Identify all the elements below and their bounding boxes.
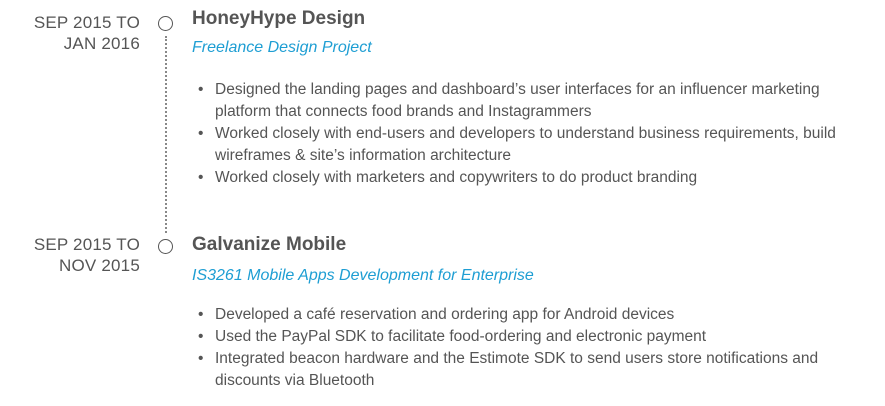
list-item: • Worked closely with end-users and deve… (198, 123, 878, 167)
company-name: Galvanize Mobile (192, 234, 347, 255)
role-title: Freelance Design Project (192, 39, 372, 56)
bullet-list: • Developed a café reservation and order… (198, 304, 878, 392)
bullet-dot-icon: • (198, 125, 204, 142)
role-title: IS3261 Mobile Apps Development for Enter… (192, 267, 534, 284)
date-range: SEP 2015 TO NOV 2015 (0, 234, 140, 276)
list-item-text: Worked closely with marketers and copywr… (215, 169, 698, 186)
list-item-text: Integrated beacon hardware and the Estim… (215, 350, 819, 389)
list-item-text: Developed a café reservation and orderin… (215, 306, 675, 323)
date-to: JAN 2016 (63, 34, 140, 53)
bullet-dot-icon: • (198, 328, 204, 345)
list-item-text: Used the PayPal SDK to facilitate food-o… (215, 328, 707, 345)
timeline-connector (165, 36, 167, 233)
timeline-circle-icon (158, 16, 173, 31)
bullet-dot-icon: • (198, 81, 204, 98)
list-item: • Worked closely with marketers and copy… (198, 167, 878, 189)
list-item-text: Worked closely with end-users and develo… (215, 125, 836, 164)
bullet-list: • Designed the landing pages and dashboa… (198, 79, 878, 189)
date-to: NOV 2015 (59, 256, 140, 275)
bullet-dot-icon: • (198, 306, 204, 323)
bullet-dot-icon: • (198, 350, 204, 367)
list-item: • Used the PayPal SDK to facilitate food… (198, 326, 878, 348)
date-range: SEP 2015 TO JAN 2016 (0, 12, 140, 54)
list-item: • Integrated beacon hardware and the Est… (198, 348, 878, 392)
timeline-circle-icon (158, 239, 173, 254)
list-item-text: Designed the landing pages and dashboard… (215, 81, 820, 120)
list-item: • Developed a café reservation and order… (198, 304, 878, 326)
date-from: SEP 2015 TO (33, 13, 140, 32)
date-from: SEP 2015 TO (33, 235, 140, 254)
company-name: HoneyHype Design (192, 8, 366, 29)
list-item: • Designed the landing pages and dashboa… (198, 79, 878, 123)
bullet-dot-icon: • (198, 169, 204, 186)
